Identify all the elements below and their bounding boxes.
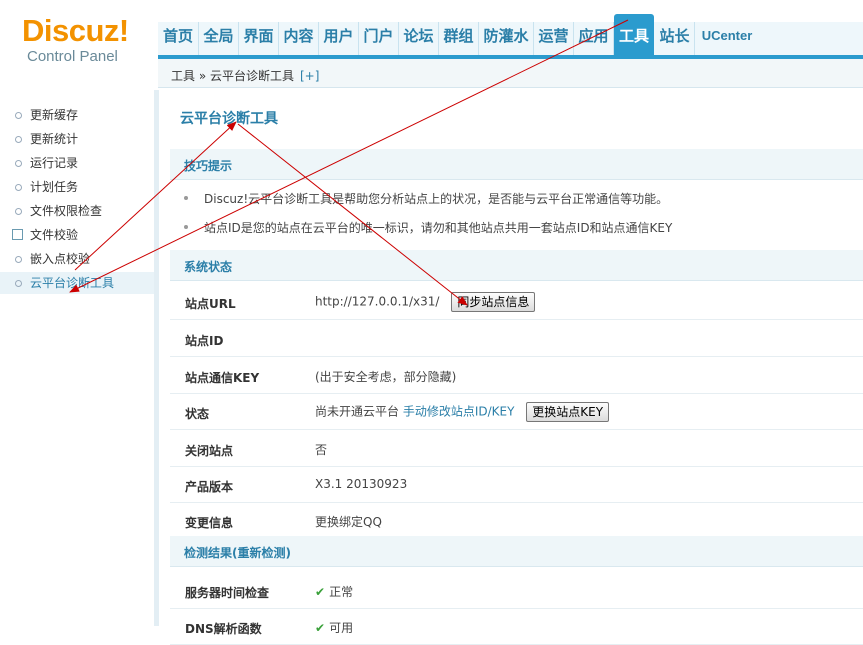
bullet-icon <box>15 136 22 143</box>
nav-item-ucenter[interactable]: UCenter <box>695 22 759 55</box>
row-site-url: 站点URL http://127.0.0.1/x31/ 同步站点信息 <box>170 283 863 320</box>
sidebar-item-label: 文件校验 <box>30 228 79 242</box>
row-value: ✔ 可用 <box>315 619 353 636</box>
row-version: 产品版本 X3.1 20130923 <box>170 466 863 503</box>
check-section-header: 检测结果(重新检测) <box>170 536 863 567</box>
tip-item: 站点ID是您的站点在云平台的唯一标识，请勿和其他站点共用一套站点ID和站点通信K… <box>184 219 673 236</box>
section-title: 技巧提示 <box>184 159 233 173</box>
nav-item-antispam[interactable]: 防灌水 <box>479 22 534 55</box>
logo-subtitle: Control Panel <box>27 48 118 65</box>
sync-site-info-button[interactable]: 同步站点信息 <box>451 292 536 312</box>
sidebar-item-cron[interactable]: 计划任务 <box>0 176 154 198</box>
check-icon: ✔ <box>315 621 326 635</box>
row-label: 站点URL <box>185 297 236 311</box>
row-label: 关闭站点 <box>185 444 234 458</box>
row-close-site: 关闭站点 否 <box>170 430 863 467</box>
section-title[interactable]: 检测结果(重新检测) <box>184 544 291 561</box>
logo-title: Discuz! <box>22 13 129 48</box>
sidebar-item-label: 运行记录 <box>30 156 79 170</box>
page-title: 云平台诊断工具 <box>180 111 278 127</box>
nav-item-app[interactable]: 应用 <box>574 22 614 55</box>
sidebar-item-label: 云平台诊断工具 <box>30 276 115 290</box>
check-icon: ✔ <box>315 585 326 599</box>
row-dns-check: DNS解析函数 ✔ 可用 <box>170 608 863 645</box>
tip-text: Discuz!云平台诊断工具是帮助您分析站点上的状况，是否能与云平台正常通信等功… <box>204 192 669 206</box>
bullet-icon <box>15 184 22 191</box>
section-title: 系统状态 <box>184 260 233 274</box>
bullet-icon <box>15 112 22 119</box>
row-value: http://127.0.0.1/x31/ 同步站点信息 <box>315 292 536 312</box>
tips-section-header: 技巧提示 <box>170 149 863 180</box>
breadcrumb: 工具 » 云平台诊断工具 [+] <box>171 67 319 84</box>
bullet-icon <box>15 208 22 215</box>
nav-item-operation[interactable]: 运营 <box>534 22 574 55</box>
nav-item-global[interactable]: 全局 <box>199 22 239 55</box>
nav-item-admin[interactable]: 站长 <box>655 22 695 55</box>
row-change-info: 变更信息 更换绑定QQ <box>170 502 863 539</box>
nav-item-tools[interactable]: 工具 <box>614 14 654 55</box>
sidebar-item-label: 嵌入点校验 <box>30 252 91 266</box>
top-nav: 首页 全局 界面 内容 用户 门户 论坛 群组 防灌水 运营 应用 工具 站长 … <box>158 14 863 59</box>
header: Discuz! Control Panel 首页 全局 界面 内容 用户 门户 … <box>0 0 863 88</box>
row-label: DNS解析函数 <box>185 622 262 636</box>
nav-item-group[interactable]: 群组 <box>439 22 479 55</box>
time-check-value: 正常 <box>329 585 354 599</box>
bullet-icon <box>15 256 22 263</box>
external-link-icon <box>12 229 23 240</box>
row-label: 状态 <box>185 407 210 421</box>
row-label: 服务器时间检查 <box>185 586 270 600</box>
rebind-qq-link[interactable]: 更换绑定QQ <box>315 513 382 530</box>
sidebar-item-hook-check[interactable]: 嵌入点校验 <box>0 248 154 270</box>
edit-site-id-key-link[interactable]: 手动修改站点ID/KEY <box>403 405 515 419</box>
nav-item-style[interactable]: 界面 <box>239 22 279 55</box>
site-key-value: (出于安全考虑，部分隐藏) <box>315 370 457 384</box>
dns-check-value: 可用 <box>329 621 354 635</box>
row-label: 产品版本 <box>185 480 234 494</box>
site-url-value: http://127.0.0.1/x31/ <box>315 294 440 309</box>
sidebar-item-update-cache[interactable]: 更新缓存 <box>0 104 154 126</box>
row-status: 状态 尚未开通云平台 手动修改站点ID/KEY 更换站点KEY <box>170 393 863 430</box>
tip-item: Discuz!云平台诊断工具是帮助您分析站点上的状况，是否能与云平台正常通信等功… <box>184 190 669 207</box>
sidebar-item-run-log[interactable]: 运行记录 <box>0 152 154 174</box>
main-content: 云平台诊断工具 技巧提示 Discuz!云平台诊断工具是帮助您分析站点上的状况，… <box>164 90 863 645</box>
breadcrumb-path: 工具 » 云平台诊断工具 <box>171 69 294 83</box>
row-label: 站点通信KEY <box>185 371 260 385</box>
bullet-icon <box>184 196 188 200</box>
sidebar-item-label: 更新缓存 <box>30 108 79 122</box>
row-site-key: 站点通信KEY (出于安全考虑，部分隐藏) <box>170 357 863 394</box>
row-site-id: 站点ID <box>170 320 863 357</box>
sidebar: 更新缓存 更新统计 运行记录 计划任务 文件权限检查 文件校验 嵌入点校验 云平… <box>0 90 159 626</box>
sidebar-item-label: 文件权限检查 <box>30 204 103 218</box>
status-value: 尚未开通云平台 <box>315 404 400 419</box>
close-site-value: 否 <box>315 443 328 457</box>
sidebar-item-cloud-diagnose[interactable]: 云平台诊断工具 <box>0 272 154 294</box>
nav-item-content[interactable]: 内容 <box>279 22 319 55</box>
row-label: 站点ID <box>185 334 224 348</box>
logo[interactable]: Discuz! Control Panel <box>22 14 152 66</box>
row-time-check: 服务器时间检查 ✔ 正常 <box>170 572 863 609</box>
nav-item-forum[interactable]: 论坛 <box>399 22 439 55</box>
sidebar-item-file-perms[interactable]: 文件权限检查 <box>0 200 154 222</box>
nav-item-home[interactable]: 首页 <box>158 22 199 55</box>
status-section-header: 系统状态 <box>170 250 863 281</box>
bullet-icon <box>15 160 22 167</box>
row-label: 变更信息 <box>185 516 234 530</box>
tip-text: 站点ID是您的站点在云平台的唯一标识，请勿和其他站点共用一套站点ID和站点通信K… <box>204 221 673 235</box>
breadcrumb-bar: 工具 » 云平台诊断工具 [+] <box>158 59 863 88</box>
row-value: 尚未开通云平台 手动修改站点ID/KEY 更换站点KEY <box>315 402 610 422</box>
bullet-icon <box>184 225 188 229</box>
breadcrumb-add-button[interactable]: [+] <box>300 69 319 83</box>
sidebar-item-file-check[interactable]: 文件校验 <box>0 224 154 246</box>
nav-item-user[interactable]: 用户 <box>319 22 359 55</box>
bullet-icon <box>15 280 22 287</box>
sidebar-item-label: 计划任务 <box>30 180 79 194</box>
nav-item-portal[interactable]: 门户 <box>359 22 399 55</box>
change-site-key-button[interactable]: 更换站点KEY <box>526 402 610 422</box>
row-value: ✔ 正常 <box>315 583 353 600</box>
sidebar-item-label: 更新统计 <box>30 132 79 146</box>
version-value: X3.1 20130923 <box>315 477 408 491</box>
sidebar-item-update-stats[interactable]: 更新统计 <box>0 128 154 150</box>
